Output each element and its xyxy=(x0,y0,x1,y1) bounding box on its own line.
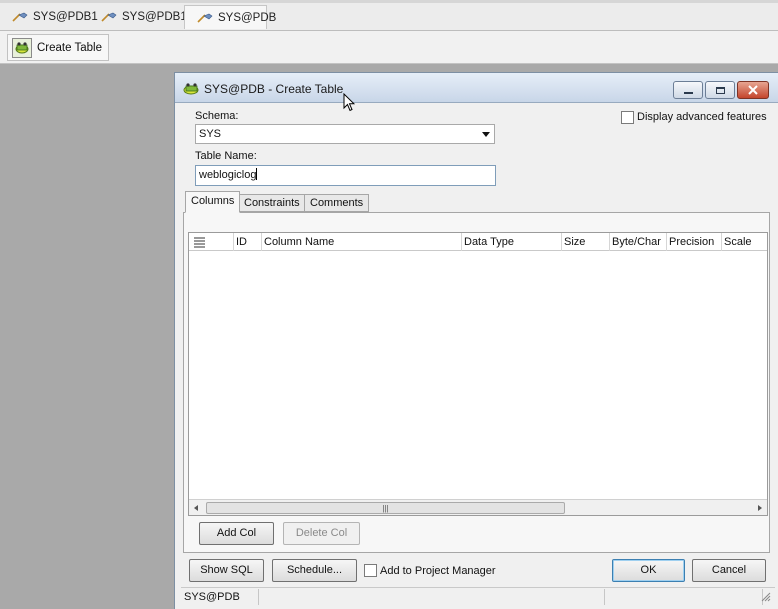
add-col-button[interactable]: Add Col xyxy=(199,522,274,545)
maximize-icon xyxy=(715,86,725,94)
tab-label: Comments xyxy=(310,197,364,209)
maximize-button[interactable] xyxy=(705,81,735,99)
display-advanced-label: Display advanced features xyxy=(637,111,767,123)
row-selector-header[interactable] xyxy=(189,233,233,251)
tab-label: Columns xyxy=(191,195,235,207)
chevron-down-icon xyxy=(482,132,490,137)
dialog-title: SYS@PDB - Create Table xyxy=(204,82,344,96)
column-header-precision[interactable]: Precision xyxy=(666,233,721,251)
close-icon xyxy=(748,85,758,95)
add-to-project-manager-label: Add to Project Manager xyxy=(380,565,496,577)
grip-icon: ||| xyxy=(382,503,389,513)
schema-value: SYS xyxy=(199,128,222,140)
create-table-toolbar-button[interactable]: Create Table xyxy=(7,34,109,61)
create-table-icon xyxy=(183,82,200,95)
session-tab-2[interactable]: SYS@PDB1 xyxy=(89,5,193,29)
cancel-button[interactable]: Cancel xyxy=(692,559,766,582)
create-table-label: Create Table xyxy=(37,41,102,54)
toolbar: Create Table xyxy=(0,31,778,64)
session-tab-label: SYS@PDB1 xyxy=(122,11,187,23)
scrollbar-thumb[interactable]: ||| xyxy=(206,502,565,514)
column-header-column-name[interactable]: Column Name xyxy=(261,233,461,251)
row-menu-icon xyxy=(194,237,205,248)
status-bar: SYS@PDB xyxy=(181,587,775,605)
session-tab-3[interactable]: SYS@PDB xyxy=(184,5,276,29)
ok-button[interactable]: OK xyxy=(612,559,685,582)
connection-plug-icon xyxy=(12,12,29,22)
schedule-button[interactable]: Schedule... xyxy=(272,559,357,582)
display-advanced-checkbox[interactable] xyxy=(621,111,634,124)
grid-header: ID Column Name Data Type Size Byte/Char … xyxy=(189,233,767,251)
schema-label: Schema: xyxy=(195,110,239,122)
mouse-pointer-icon xyxy=(343,93,355,112)
resize-grip-icon[interactable] xyxy=(761,592,771,602)
tab-label: Constraints xyxy=(244,197,300,209)
text-caret xyxy=(256,168,258,180)
minimize-icon xyxy=(683,91,693,94)
status-connection: SYS@PDB xyxy=(181,589,259,605)
table-name-label: Table Name: xyxy=(195,150,257,162)
scroll-right-icon[interactable] xyxy=(758,505,762,511)
session-tab-label: SYS@PDB xyxy=(218,11,277,24)
column-header-id[interactable]: ID xyxy=(233,233,261,251)
session-tab-bar: SYS@PDB1 SYS@PDB1 SYS@PDB xyxy=(0,0,778,31)
tab-columns[interactable]: Columns xyxy=(185,191,241,213)
horizontal-scrollbar[interactable]: ||| xyxy=(189,499,767,515)
add-to-project-manager-checkbox[interactable] xyxy=(364,564,377,577)
connection-plug-icon xyxy=(101,12,118,22)
top-border xyxy=(0,0,778,3)
scroll-left-icon[interactable] xyxy=(194,505,198,511)
schema-dropdown[interactable]: SYS xyxy=(195,124,495,144)
status-cell xyxy=(259,589,605,605)
minimize-button[interactable] xyxy=(673,81,703,99)
create-table-icon xyxy=(12,37,32,58)
close-button[interactable] xyxy=(737,81,769,99)
connection-plug-icon xyxy=(197,13,214,23)
column-header-scale[interactable]: Scale xyxy=(721,233,767,251)
show-sql-button[interactable]: Show SQL xyxy=(189,559,264,582)
status-cell xyxy=(605,589,763,605)
tab-comments[interactable]: Comments xyxy=(304,194,370,212)
tab-constraints[interactable]: Constraints xyxy=(238,194,306,212)
table-name-value: weblogiclog xyxy=(199,169,257,181)
columns-grid[interactable]: ID Column Name Data Type Size Byte/Char … xyxy=(188,232,768,516)
column-header-data-type[interactable]: Data Type xyxy=(461,233,561,251)
column-header-size[interactable]: Size xyxy=(561,233,609,251)
columns-tab-panel: ID Column Name Data Type Size Byte/Char … xyxy=(183,212,770,553)
column-header-byte-char[interactable]: Byte/Char xyxy=(609,233,666,251)
delete-col-button[interactable]: Delete Col xyxy=(283,522,360,545)
dialog-title-bar[interactable]: SYS@PDB - Create Table xyxy=(175,73,778,112)
table-name-input[interactable]: weblogiclog xyxy=(195,165,496,186)
create-table-dialog: SYS@PDB - Create Table Schema: SYS Displ… xyxy=(174,72,778,609)
